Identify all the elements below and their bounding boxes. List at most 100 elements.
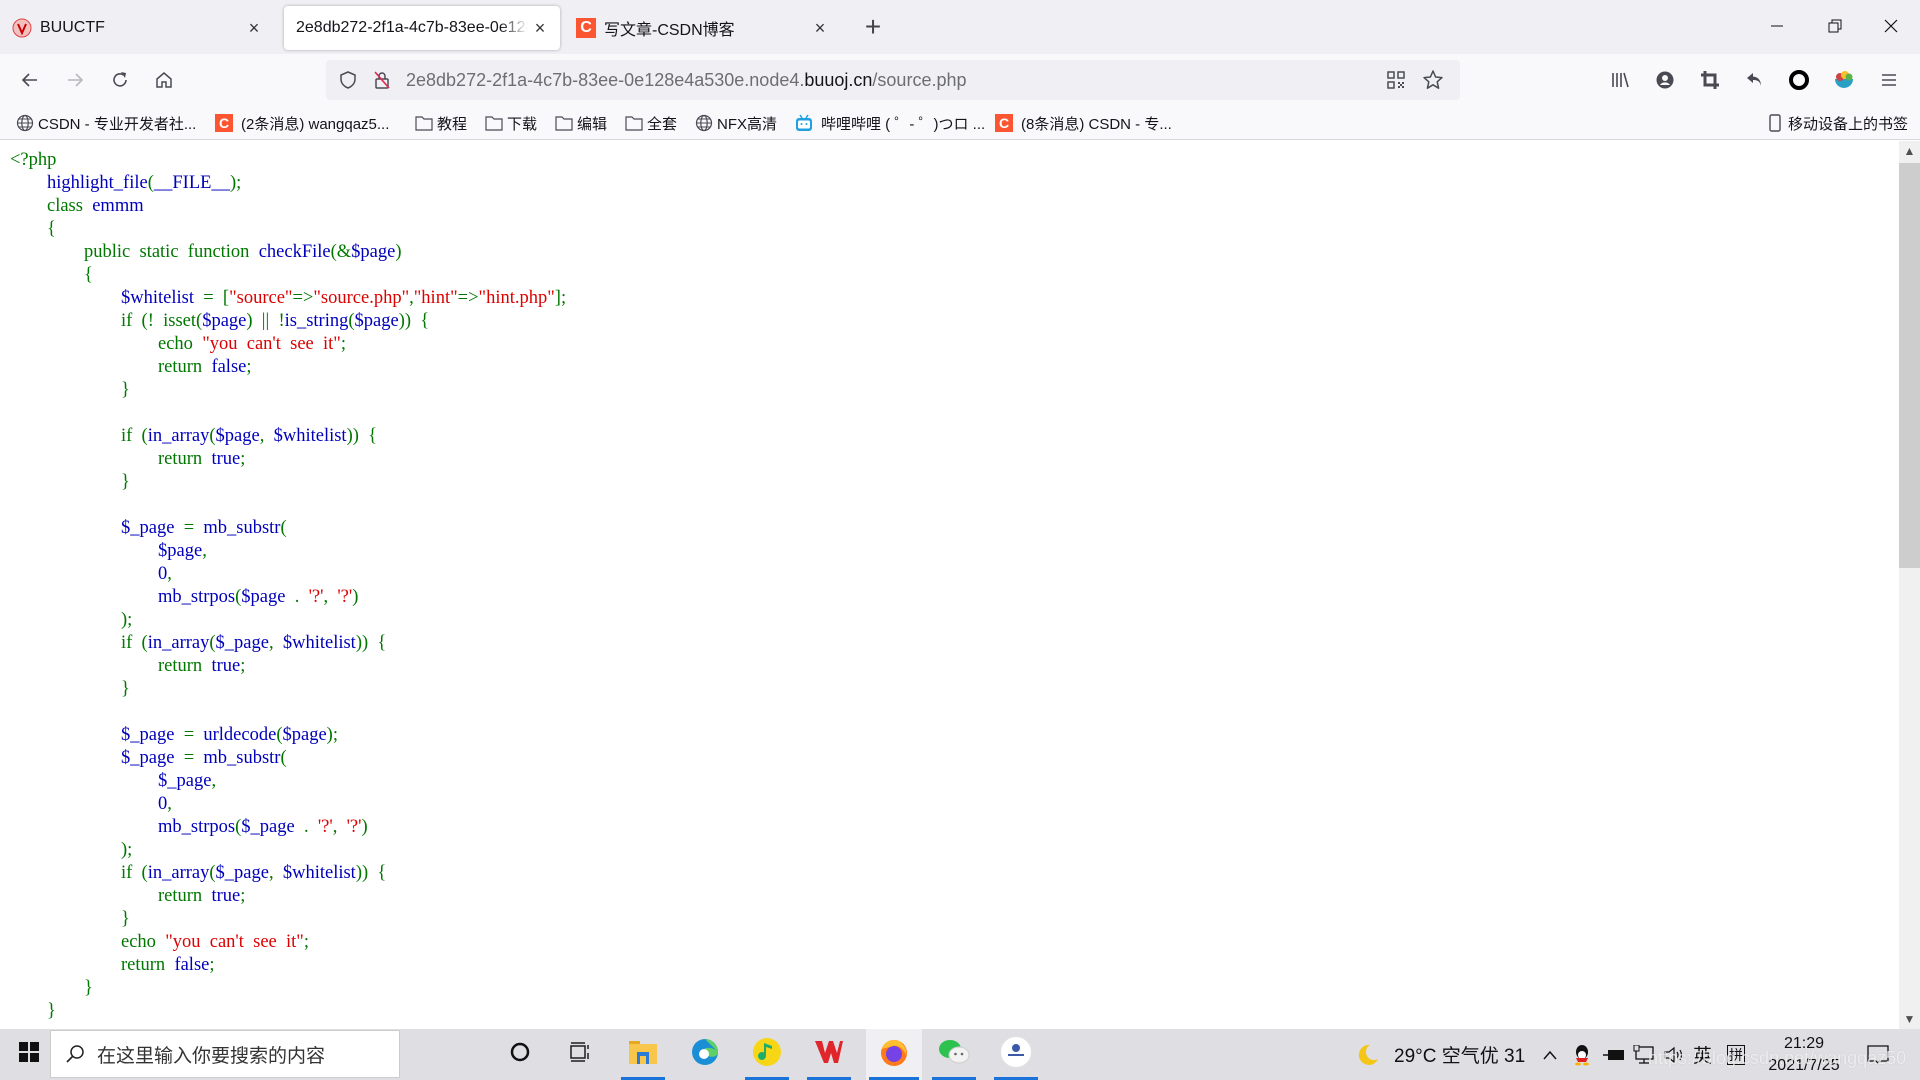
code-keyword: echo [121,932,166,952]
bookmark-folder[interactable]: 下载 [485,112,537,134]
taskbar-app-file-explorer[interactable] [618,1029,668,1080]
code-line: { [10,218,566,241]
bookmark-item[interactable]: 哔哩哔哩 ( ゜- ゜)つロ ... [795,112,985,134]
insecure-lock-icon[interactable] [372,70,392,90]
tab-title: 2e8db272-2f1a-4c7b-83ee-0e128e4a530e.nod… [296,19,528,36]
code-keyword: if ( [121,633,148,653]
reload-button[interactable] [104,64,136,96]
account-icon[interactable] [1649,64,1681,96]
bookmark-item[interactable]: C (8条消息) CSDN - 专... [995,112,1172,134]
clock[interactable]: 21:29 2021/7/25 [1766,1029,1842,1080]
code-token: $_page [241,817,304,837]
ime-mode-button[interactable]: 拼 [1727,1029,1745,1080]
taskbar-search-box[interactable]: 在这里输入你要搜索的内容 [50,1030,400,1078]
close-window-button[interactable] [1866,8,1916,44]
code-line: $whitelist = ["source"=>"source.php","hi… [10,287,566,310]
code-line: return false; [10,954,566,977]
taskbar-app-qq-music[interactable] [742,1029,792,1080]
scroll-up-arrow-icon[interactable]: ▲ [1899,141,1920,161]
code-line: mb_strpos($_page . '?', '?') [10,816,566,839]
extension-fruit-bowl-icon[interactable] [1828,64,1860,96]
back-button[interactable] [14,64,46,96]
undo-close-tab-icon[interactable] [1739,64,1771,96]
qr-code-icon[interactable] [1386,70,1406,90]
code-line: <?php [10,149,566,172]
bookmark-folder[interactable]: 编辑 [555,112,607,134]
moon-icon [1356,1043,1380,1067]
battery-icon[interactable] [1603,1029,1625,1080]
globe-icon [16,114,34,132]
code-token: $whitelist [282,863,356,883]
code-keyword: , [211,771,217,791]
qq-tray-icon[interactable] [1573,1029,1591,1080]
bookmark-item[interactable]: C (2条消息) wangqaz5... [215,112,389,134]
wps-icon [814,1039,844,1070]
scrollbar-thumb[interactable] [1899,163,1920,568]
taskbar-app-edge[interactable] [680,1029,730,1080]
network-icon[interactable] [1633,1029,1655,1080]
volume-icon[interactable] [1663,1029,1685,1080]
code-token: $page [354,311,399,331]
tab-buuctf[interactable]: BUUCTF × [0,6,274,50]
bookmark-item[interactable]: CSDN - 专业开发者社... [16,112,196,134]
new-tab-button[interactable]: + [858,11,888,42]
taskbar-app-badge[interactable] [991,1029,1041,1080]
url-text[interactable]: 2e8db272-2f1a-4c7b-83ee-0e128e4a530e.nod… [406,70,966,91]
bookmark-label: CSDN - 专业开发者社... [38,115,197,133]
tab-source-php[interactable]: 2e8db272-2f1a-4c7b-83ee-0e128e4a530e.nod… [284,6,560,50]
bookmark-folder[interactable]: 教程 [415,112,467,134]
show-hidden-icons-button[interactable] [1542,1029,1558,1080]
clock-time: 21:29 [1783,1034,1825,1052]
navigation-toolbar: 2e8db272-2f1a-4c7b-83ee-0e128e4a530e.nod… [0,54,1920,106]
code-keyword: return [121,955,175,975]
close-tab-icon[interactable]: × [242,16,266,40]
notification-center-button[interactable] [1866,1029,1890,1080]
code-line: } [10,1000,566,1023]
close-tab-icon[interactable]: × [808,16,832,40]
restore-button[interactable] [1810,8,1860,44]
url-bar[interactable]: 2e8db272-2f1a-4c7b-83ee-0e128e4a530e.nod… [326,60,1460,100]
vertical-scrollbar[interactable]: ▲ ▼ [1899,141,1920,1029]
bookmark-star-icon[interactable] [1422,69,1444,91]
firefox-icon [879,1037,909,1072]
code-keyword: => [292,288,314,308]
library-icon[interactable] [1604,64,1636,96]
task-view-button[interactable] [555,1029,605,1080]
code-line: return true; [10,885,566,908]
taskbar-app-wps[interactable] [804,1029,854,1080]
code-token: mb_strpos [158,587,236,607]
code-keyword: , [202,541,207,561]
code-token: $page [158,541,203,561]
close-tab-icon[interactable]: × [528,16,552,40]
code-line: if (in_array($_page, $whitelist)) { [10,862,566,885]
screenshot-crop-icon[interactable] [1694,64,1726,96]
minimize-button[interactable] [1752,8,1802,44]
mobile-bookmarks[interactable]: 移动设备上的书签 [1766,112,1908,134]
ime-language-indicator[interactable]: 英 [1693,1029,1712,1080]
cortana-button[interactable] [495,1029,545,1080]
home-button[interactable] [148,64,180,96]
bookmark-item[interactable]: NFX高清 [695,112,777,134]
code-string: '?' [346,817,362,837]
taskbar-app-wechat[interactable] [929,1029,979,1080]
weather-widget[interactable]: 29°C 空气优 31 [1356,1029,1525,1080]
menu-hamburger-icon[interactable] [1873,64,1905,96]
tab-csdn-write[interactable]: C 写文章-CSDN博客 × [564,6,840,50]
extension-ring-icon[interactable] [1783,64,1815,96]
tracking-protection-shield-icon[interactable] [338,70,358,90]
ime-mode-label: 拼 [1727,1044,1745,1065]
task-view-icon [569,1041,591,1068]
taskbar-app-firefox[interactable] [866,1029,922,1080]
url-path: /source.php [872,69,967,90]
scroll-down-arrow-icon[interactable]: ▼ [1899,1009,1920,1029]
forward-button[interactable] [59,64,91,96]
code-keyword: echo [158,334,203,354]
bookmark-folder[interactable]: 全套 [625,112,677,134]
code-line: } [10,471,566,494]
